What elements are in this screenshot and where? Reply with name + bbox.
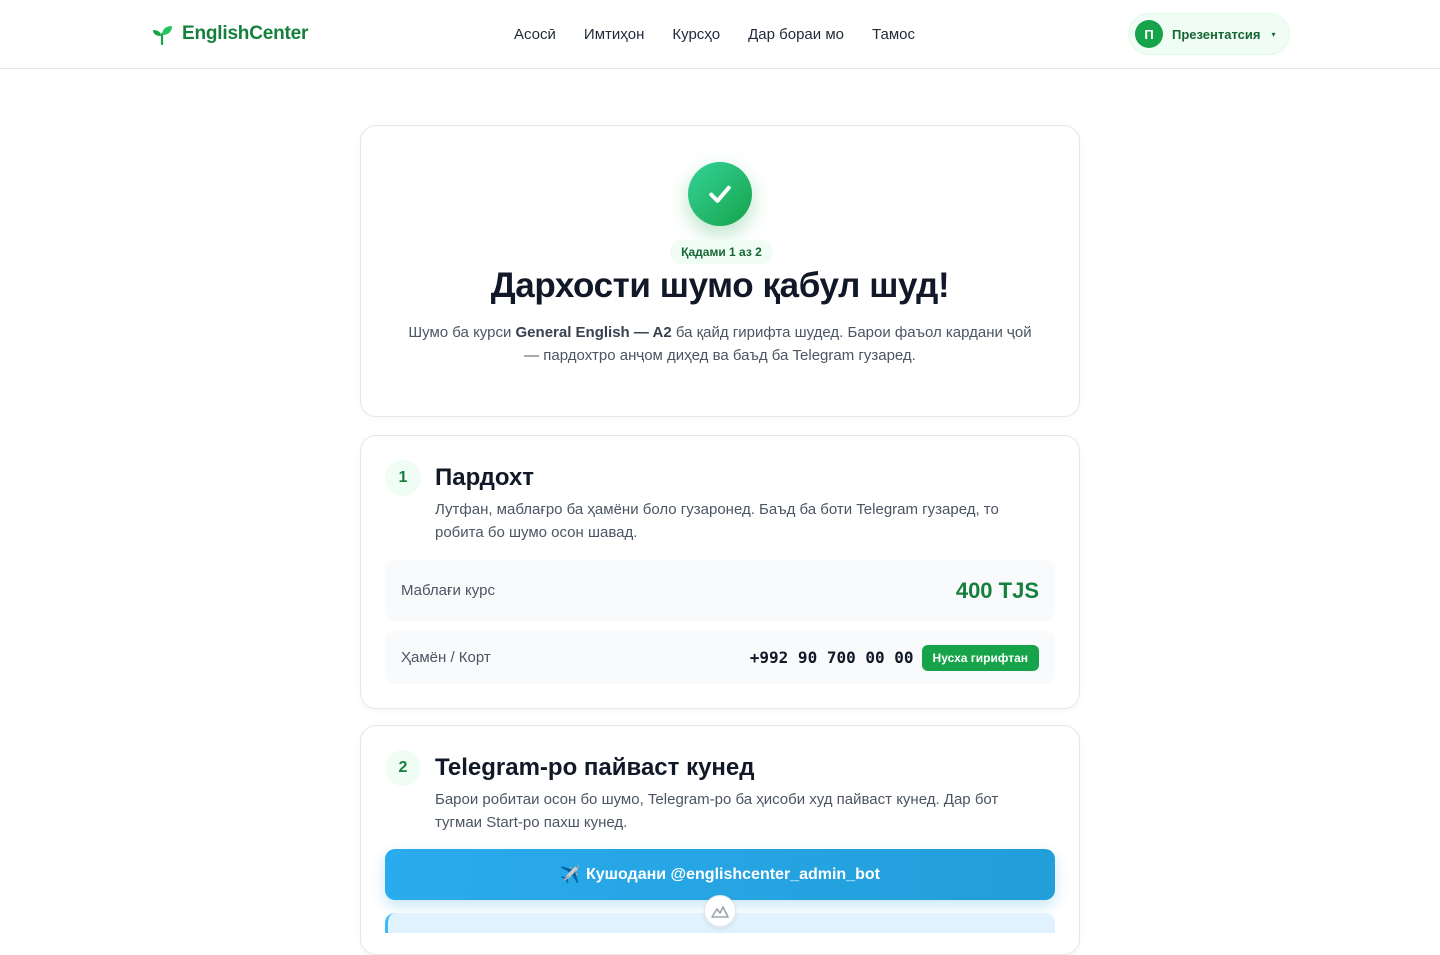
logo-text: EnglishCenter bbox=[182, 23, 309, 44]
telegram-button-label: Кушодани @englishcenter_admin_bot bbox=[585, 865, 880, 883]
wallet-row: Ҳамён / Корт +992 90 700 00 00 Нусха гир… bbox=[385, 631, 1055, 684]
nav-contact[interactable]: Тамос bbox=[872, 26, 915, 43]
step-title: Telegram-ро пайваст кунед bbox=[435, 754, 755, 781]
step-number: 2 bbox=[385, 750, 421, 786]
nav-exam[interactable]: Имтиҳон bbox=[584, 26, 644, 43]
chevron-down-icon: ▾ bbox=[1271, 29, 1276, 39]
check-icon bbox=[688, 162, 752, 226]
amount-value: 400 TJS bbox=[955, 577, 1039, 603]
wallet-label: Ҳамён / Корт bbox=[401, 649, 491, 666]
nav-about[interactable]: Дар бораи мо bbox=[748, 26, 844, 43]
open-telegram-bot-button[interactable]: ✈️ Кушодани @englishcenter_admin_bot bbox=[385, 849, 1055, 900]
logo-link[interactable]: EnglishCenter bbox=[150, 22, 308, 46]
wallet-value-group: +992 90 700 00 00 Нусха гирифтан bbox=[749, 644, 1039, 671]
amount-label: Маблағи курс bbox=[401, 582, 495, 599]
success-description: Шумо ба курси General English — A2 ба қа… bbox=[401, 321, 1039, 367]
mountain-logo-icon[interactable] bbox=[704, 895, 736, 927]
nav-courses[interactable]: Курсҳо bbox=[672, 26, 720, 43]
wallet-number: +992 90 700 00 00 bbox=[749, 648, 914, 667]
desc-prefix: Шумо ба курси bbox=[408, 324, 516, 341]
nav-home[interactable]: Асосӣ bbox=[514, 26, 556, 43]
success-card: Қадами 1 аз 2 Дархости шумо қабул шуд! Ш… bbox=[360, 125, 1080, 417]
page-title: Дархости шумо қабул шуд! bbox=[490, 266, 950, 305]
payment-step-card: 1 Пардохт Лутфан, маблағро ба ҳамёни бол… bbox=[360, 435, 1080, 709]
copy-button[interactable]: Нусха гирифтан bbox=[921, 644, 1039, 671]
main-nav: Асосӣ Имтиҳон Курсҳо Дар бораи мо Тамос bbox=[514, 26, 915, 43]
profile-menu[interactable]: П Презентатсия ▾ bbox=[1128, 13, 1290, 55]
avatar: П bbox=[1135, 20, 1163, 48]
step-number: 1 bbox=[385, 460, 421, 496]
course-amount-row: Маблағи курс 400 TJS bbox=[385, 560, 1055, 621]
course-name: General English — A2 bbox=[515, 324, 672, 341]
step-title: Пардохт bbox=[435, 464, 535, 491]
paper-plane-icon: ✈️ bbox=[560, 866, 580, 884]
profile-name: Презентатсия bbox=[1172, 26, 1261, 42]
step-description: Лутфан, маблағро ба ҳамёни боло гузароне… bbox=[435, 501, 999, 541]
sprout-icon bbox=[153, 26, 172, 46]
step-description: Барои робитаи осон бо шумо, Telegram-ро … bbox=[435, 791, 999, 831]
step-badge: Қадами 1 аз 2 bbox=[670, 240, 773, 264]
top-navbar: EnglishCenter Асосӣ Имтиҳон Курсҳо Дар б… bbox=[0, 0, 1440, 69]
